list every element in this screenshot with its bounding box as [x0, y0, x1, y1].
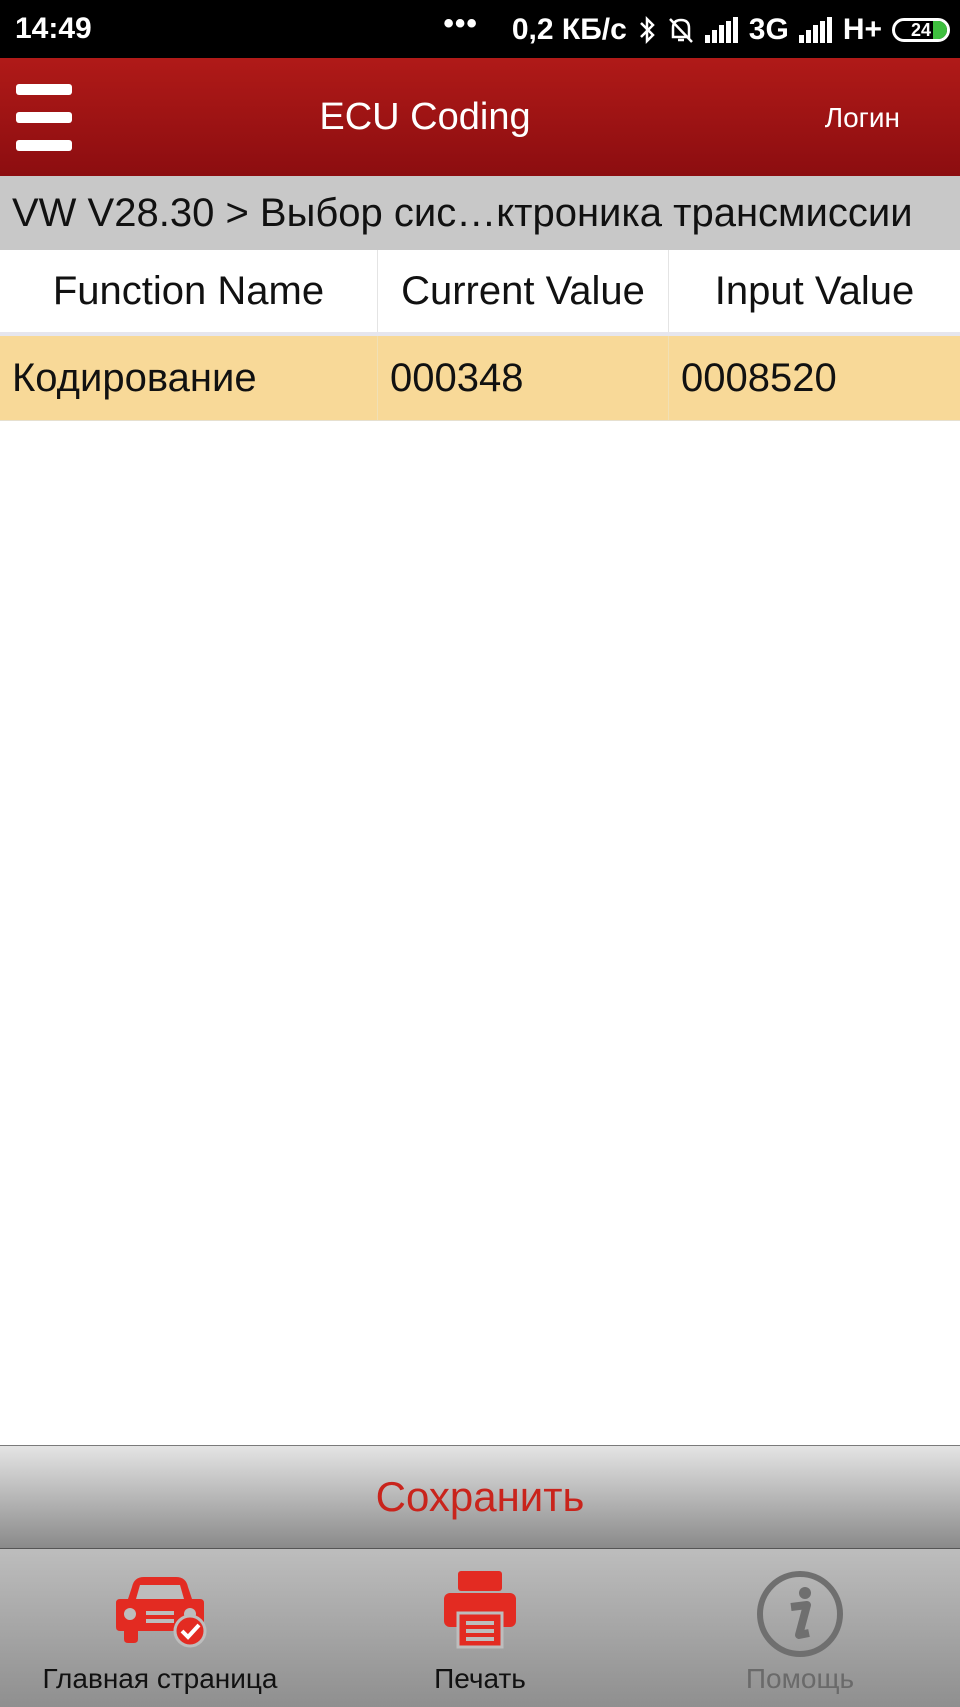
bluetooth-icon — [637, 15, 657, 45]
nav-help[interactable]: Помощь — [640, 1549, 960, 1707]
nav-home[interactable]: Главная страница — [0, 1549, 320, 1707]
cell-function-name: Кодирование — [0, 336, 378, 420]
save-button[interactable]: Сохранить — [0, 1445, 960, 1549]
table-row[interactable]: Кодирование 000348 0008520 — [0, 336, 960, 421]
battery-level: 24 — [910, 19, 932, 40]
nav-help-label: Помощь — [745, 1663, 855, 1694]
mute-bell-icon — [667, 15, 695, 45]
bottom-nav: Главная страница Печать Помощь — [0, 1549, 960, 1707]
status-time: 14:49 — [15, 12, 92, 45]
network-speed: 0,2 КБ/с — [511, 13, 627, 46]
header-current-value: Current Value — [378, 250, 669, 332]
header-input-value: Input Value — [714, 268, 915, 313]
notification-dots: ••• — [443, 7, 478, 40]
battery-icon: 24 — [892, 18, 950, 42]
coding-table: Function Name Current Value Input Value … — [0, 250, 960, 421]
header-function-name: Function Name — [0, 250, 378, 332]
signal-icon-2 — [798, 17, 833, 43]
signal-icon — [704, 17, 739, 43]
cell-input-value[interactable]: 0008520 — [669, 336, 960, 420]
login-button[interactable]: Логин — [825, 102, 900, 134]
page-title: ECU Coding — [319, 96, 531, 138]
nav-print-label: Печать — [434, 1663, 526, 1694]
network-3g: 3G — [748, 13, 789, 46]
printer-icon — [440, 1569, 520, 1654]
app-bar: ECU Coding Логин — [0, 58, 960, 176]
network-hplus: H+ — [842, 13, 882, 46]
nav-print[interactable]: Печать — [320, 1549, 640, 1707]
nav-home-label: Главная страница — [42, 1663, 278, 1694]
car-check-icon — [110, 1569, 210, 1654]
table-header: Function Name Current Value Input Value — [0, 250, 960, 336]
info-icon — [755, 1569, 845, 1664]
status-bar: 14:49 ••• 0,2 КБ/с 3G H+ 24 — [0, 0, 960, 58]
breadcrumb: VW V28.30 > Выбор сис…ктроника трансмисс… — [0, 176, 960, 250]
cell-current-value: 000348 — [378, 336, 669, 420]
